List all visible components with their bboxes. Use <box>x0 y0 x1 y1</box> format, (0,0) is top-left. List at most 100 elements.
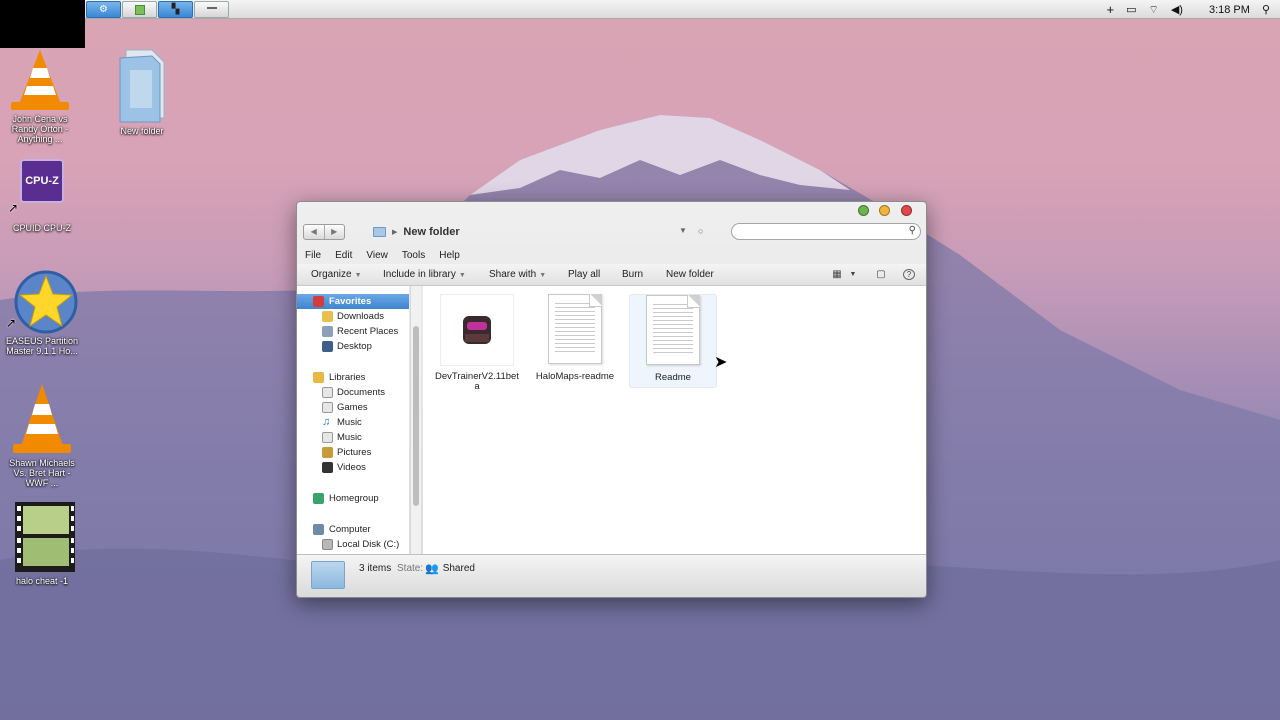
nav-music-1[interactable]: ♫ Music <box>297 415 409 430</box>
nav-label: Pictures <box>337 447 372 458</box>
taskbar-button-4[interactable] <box>194 1 229 18</box>
nav-label: Computer <box>329 524 371 535</box>
add-icon[interactable]: + <box>1107 2 1115 17</box>
organize-button[interactable]: Organize ▼ <box>311 268 362 283</box>
folder-icon <box>373 227 386 237</box>
breadcrumb-separator-icon: ▶ <box>392 229 398 236</box>
taskbar-button-3[interactable]: ▚ <box>158 1 193 18</box>
users-icon: 👥 <box>425 563 439 575</box>
menu-view[interactable]: View <box>366 247 396 264</box>
volume-icon[interactable]: ◀) <box>1171 3 1183 16</box>
help-icon[interactable]: ? <box>903 269 915 280</box>
videos-icon <box>322 462 333 473</box>
favorites-star-icon <box>313 296 324 307</box>
nav-label: Recent Places <box>337 326 399 337</box>
halo-helmet-icon <box>463 316 491 344</box>
nav-downloads[interactable]: Downloads <box>297 309 409 324</box>
share-with-button[interactable]: Share with ▼ <box>489 268 546 283</box>
desktop-icon-cpuz[interactable]: CPU-Z ↗ CPUID CPU-Z <box>2 155 82 233</box>
nav-label: Homegroup <box>329 493 379 504</box>
chevron-down-icon: ▼ <box>539 272 547 279</box>
back-button[interactable]: ◀ <box>304 225 325 239</box>
menu-help[interactable]: Help <box>439 247 468 264</box>
clock[interactable]: 3:18 PM <box>1209 4 1250 16</box>
item-count: 3 items <box>359 563 392 574</box>
file-thumbnail <box>644 295 702 367</box>
wifi-icon[interactable]: ⌔ <box>1149 3 1159 17</box>
file-name: DevTrainerV2.11beta <box>435 371 519 392</box>
file-item[interactable]: HaloMaps-readme <box>531 294 619 382</box>
search-icon[interactable]: ⚲ <box>1262 3 1270 16</box>
pictures-icon <box>322 447 333 458</box>
nav-music-2[interactable]: Music <box>297 430 409 445</box>
burn-button[interactable]: Burn <box>622 268 643 282</box>
preview-pane-icon[interactable]: ▢ <box>875 269 887 280</box>
play-all-button[interactable]: Play all <box>568 268 600 282</box>
desktop-icon-label: CPUID CPU-Z <box>13 223 71 233</box>
include-in-library-button[interactable]: Include in library ▼ <box>383 268 466 283</box>
desktop-icon <box>322 341 333 352</box>
minimize-button[interactable] <box>879 205 890 216</box>
taskbar-button-2[interactable] <box>122 1 157 18</box>
file-name: Readme <box>655 372 691 383</box>
desktop-icon-label: halo cheat -1 <box>15 576 69 586</box>
nav-favorites[interactable]: Favorites <box>297 294 409 309</box>
address-dropdown-icon[interactable]: ▼ <box>679 226 687 235</box>
refresh-icon[interactable]: ○ <box>698 226 703 236</box>
file-item-hovered[interactable]: Readme <box>629 294 717 388</box>
nav-desktop[interactable]: Desktop <box>297 339 409 354</box>
nav-label: Documents <box>337 387 386 398</box>
file-item[interactable]: DevTrainerV2.11beta <box>433 294 521 392</box>
nav-recent-places[interactable]: Recent Places <box>297 324 409 339</box>
desktop-icon-new-folder[interactable]: New folder <box>102 48 182 136</box>
menu-edit[interactable]: Edit <box>335 247 360 264</box>
nav-videos[interactable]: Videos <box>297 460 409 475</box>
search-input[interactable]: ⚲ <box>731 223 921 240</box>
desktop-icon-vlc-2[interactable]: Shawn Michaels Vs. Bret Hart - WWF ... <box>2 380 82 488</box>
address-bar[interactable]: ▶ New folder <box>373 224 460 240</box>
scrollbar-thumb[interactable] <box>413 326 419 506</box>
search-icon[interactable]: ⚲ <box>909 225 916 236</box>
battery-icon[interactable]: ▭ <box>1126 3 1136 16</box>
nav-computer[interactable]: Computer <box>297 522 409 537</box>
menu-tools[interactable]: Tools <box>402 247 433 264</box>
mouse-cursor-icon: ➤ <box>714 354 728 371</box>
forward-button[interactable]: ▶ <box>325 225 345 239</box>
view-options-icon[interactable]: ▦ <box>831 269 843 280</box>
zoom-button[interactable] <box>858 205 869 216</box>
cpuz-logo-text: CPU-Z <box>25 175 59 187</box>
nav-homegroup[interactable]: Homegroup <box>297 491 409 506</box>
nav-documents[interactable]: Documents <box>297 385 409 400</box>
file-name: HaloMaps-readme <box>535 371 615 382</box>
new-folder-button[interactable]: New folder <box>666 268 714 282</box>
taskbar-button-1[interactable]: ⚙ <box>86 1 121 18</box>
nav-pictures[interactable]: Pictures <box>297 445 409 460</box>
state-label: State: <box>397 563 424 574</box>
desktop-icon-easeus[interactable]: ↗ EASEUS Partition Master 9.1.1 Ho... <box>2 268 82 356</box>
shortcut-arrow-icon: ↗ <box>8 201 19 215</box>
video-file-icon <box>15 502 75 572</box>
nav-local-disk[interactable]: Local Disk (C:) <box>297 537 409 552</box>
include-label: Include in library <box>383 269 456 280</box>
chevron-down-icon[interactable]: ▼ <box>847 269 859 280</box>
file-thumbnail <box>440 294 514 366</box>
homegroup-icon <box>313 493 324 504</box>
music-note-icon: ♫ <box>322 416 331 428</box>
nav-buttons: ◀ ▶ <box>303 224 345 240</box>
text-document-icon <box>646 295 700 365</box>
nav-scrollbar[interactable] <box>410 286 421 554</box>
star-icon <box>14 270 78 334</box>
nav-games[interactable]: Games <box>297 400 409 415</box>
desktop-icon-halo-cheat[interactable]: halo cheat -1 <box>2 500 82 586</box>
cpuz-icon: CPU-Z <box>20 159 64 203</box>
music-folder-icon <box>322 432 333 443</box>
menu-file[interactable]: File <box>305 247 329 264</box>
close-button[interactable] <box>901 205 912 216</box>
nav-label: Local Disk (C:) <box>337 539 400 550</box>
desktop-icon-vlc-1[interactable]: John Cena vs Randy Orton - Anything ... <box>0 48 80 144</box>
desktop-icon-label: New folder <box>120 126 164 136</box>
nav-libraries[interactable]: Libraries <box>297 370 409 385</box>
breadcrumb-current[interactable]: New folder <box>403 226 459 238</box>
shortcut-arrow-icon: ↗ <box>6 316 17 330</box>
share-label: Share with <box>489 269 537 280</box>
